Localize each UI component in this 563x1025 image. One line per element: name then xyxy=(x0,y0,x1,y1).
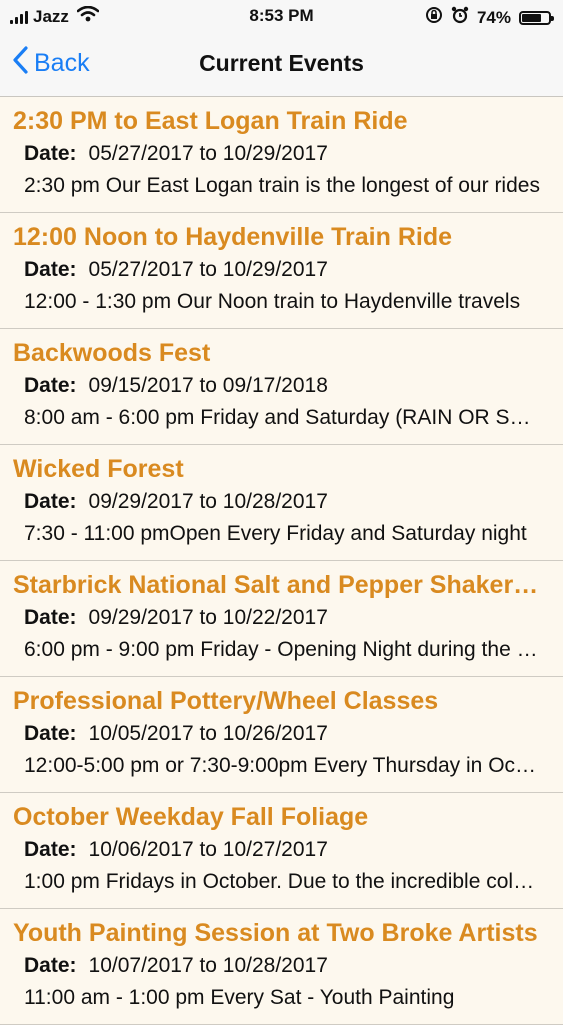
event-description: 8:00 am - 6:00 pm Friday and Saturday (R… xyxy=(24,406,541,429)
event-date: Date: 10/06/2017 to 10/27/2017 xyxy=(13,833,541,866)
event-description: 6:00 pm - 9:00 pm Friday - Opening Night… xyxy=(24,638,541,661)
event-date: Date: 05/27/2017 to 10/29/2017 xyxy=(13,137,541,170)
event-description: 2:30 pm Our East Logan train is the long… xyxy=(24,174,540,197)
battery-icon xyxy=(519,10,554,25)
date-range: 09/29/2017 to 10/28/2017 xyxy=(88,490,328,513)
page-title: Current Events xyxy=(199,50,364,76)
date-range: 10/06/2017 to 10/27/2017 xyxy=(88,838,328,861)
event-row[interactable]: Starbrick National Salt and Pepper Shake… xyxy=(0,561,563,677)
alarm-icon xyxy=(451,6,469,29)
event-row[interactable]: Backwoods Fest Date: 09/15/2017 to 09/17/2… xyxy=(0,329,563,445)
event-description: 12:00-5:00 pm or 7:30-9:00pm Every Thurs… xyxy=(24,754,541,777)
event-row[interactable]: October Weekday Fall Foliage Date: 10/06/2… xyxy=(0,793,563,909)
event-date: Date: 09/29/2017 to 10/28/2017 xyxy=(13,485,541,518)
event-description: 7:30 - 11:00 pmOpen Every Friday and Sat… xyxy=(24,522,527,545)
wifi-icon xyxy=(76,5,100,27)
date-range: 05/27/2017 to 10/29/2017 xyxy=(88,142,328,165)
event-title: Wicked Forest xyxy=(13,455,184,483)
event-title: Youth Painting Session at Two Broke Arti… xyxy=(13,919,538,947)
event-row[interactable]: Youth Painting Session at Two Broke Arti… xyxy=(0,909,563,1025)
event-date: Date: 05/27/2017 to 10/29/2017 xyxy=(13,253,541,286)
event-title: Starbrick National Salt and Pepper Shake… xyxy=(13,571,541,599)
date-label: Date: xyxy=(24,722,77,745)
date-range: 09/15/2017 to 09/17/2018 xyxy=(88,374,328,397)
status-left: Jazz xyxy=(10,5,100,27)
date-label: Date: xyxy=(24,258,77,281)
event-row[interactable]: 2:30 PM to East Logan Train Ride Date: 05/… xyxy=(0,97,563,213)
signal-icon xyxy=(10,10,28,24)
event-title: 12:00 Noon to Haydenville Train Ride xyxy=(13,223,453,251)
navigation-bar: Back Current Events xyxy=(0,32,563,97)
carrier-name: Jazz xyxy=(33,6,69,26)
event-description: 12:00 - 1:30 pm Our Noon train to Hayden… xyxy=(24,290,521,313)
event-date: Date: 10/05/2017 to 10/26/2017 xyxy=(13,717,541,750)
event-title: October Weekday Fall Foliage xyxy=(13,803,369,831)
status-bar: Jazz 8:53 PM 74% xyxy=(0,0,563,32)
date-label: Date: xyxy=(24,838,77,861)
date-label: Date: xyxy=(24,606,77,629)
battery-percent: 74% xyxy=(476,7,511,27)
date-range: 05/27/2017 to 10/29/2017 xyxy=(88,258,328,281)
event-row[interactable]: 12:00 Noon to Haydenville Train Ride Date… xyxy=(0,213,563,329)
date-range: 10/07/2017 to 10/28/2017 xyxy=(88,954,328,977)
date-label: Date: xyxy=(24,374,77,397)
date-label: Date: xyxy=(24,490,77,513)
event-row[interactable]: Professional Pottery/Wheel Classes Date: 1… xyxy=(0,677,563,793)
date-label: Date: xyxy=(24,142,77,165)
event-list: 2:30 PM to East Logan Train Ride Date: 05/… xyxy=(0,97,563,1025)
date-range: 09/29/2017 to 10/22/2017 xyxy=(88,606,328,629)
event-title: Professional Pottery/Wheel Classes xyxy=(13,687,439,715)
event-title: Backwoods Fest xyxy=(13,339,211,367)
date-label: Date: xyxy=(24,954,77,977)
event-date: Date: 09/15/2017 to 09/17/2018 xyxy=(13,369,541,402)
event-row[interactable]: Wicked Forest Date: 09/29/2017 to 10/28/20… xyxy=(0,445,563,561)
event-description: 1:00 pm Fridays in October. Due to the i… xyxy=(24,870,541,893)
event-description: 11:00 am - 1:00 pm Every Sat - Youth Pai… xyxy=(24,986,455,1009)
event-title: 2:30 PM to East Logan Train Ride xyxy=(13,107,408,135)
event-date: Date: 10/07/2017 to 10/28/2017 xyxy=(13,949,541,982)
date-range: 10/05/2017 to 10/26/2017 xyxy=(88,722,328,745)
battery-fill xyxy=(522,13,542,22)
status-right: 74% xyxy=(425,6,554,29)
orientation-lock-icon xyxy=(425,6,443,29)
event-date: Date: 09/29/2017 to 10/22/2017 xyxy=(13,601,541,634)
